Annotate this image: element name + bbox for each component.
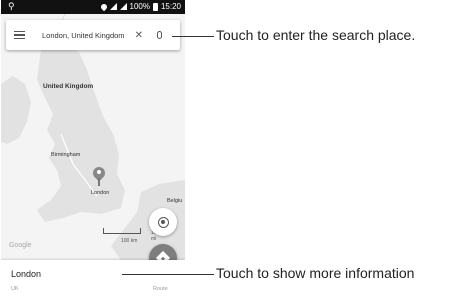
map-label-uk: United Kingdom [43,83,94,90]
map-scale: 100 mi 100 km [103,228,159,244]
clear-icon[interactable]: ✕ [135,30,143,41]
phone-screen: ⚲ 100% 15:20 United Kingdom Birmingham L… [1,0,185,298]
usb-icon: ⚲ [8,1,15,11]
menu-icon[interactable] [14,30,36,40]
mic-icon[interactable] [156,31,162,39]
callout-info: Touch to show more information [216,265,415,281]
battery-percent: 100% [129,2,150,11]
location-icon [99,2,108,11]
callout-line-info [122,274,214,275]
place-info-sheet[interactable]: London UK Route [1,260,185,298]
google-watermark: Google [9,242,32,249]
map-label-belgium: Belgiu [167,198,183,204]
my-location-icon [157,216,169,228]
callout-line-search [172,36,214,37]
signal-icon [109,3,117,10]
battery-icon [152,2,158,11]
place-title: London [11,269,42,279]
callout-search: Touch to enter the search place. [216,27,416,43]
my-location-button[interactable] [149,208,177,236]
route-link[interactable]: Route [153,286,168,292]
map-marker-dot [97,170,101,174]
map-label-london: London [91,190,110,196]
signal-icon-2 [119,3,127,10]
status-time: 15:20 [160,2,181,11]
search-input[interactable]: London, United Kingdom [42,31,125,40]
scale-bar [103,228,141,234]
search-bar[interactable]: London, United Kingdom ✕ [6,20,180,50]
status-bar: ⚲ 100% 15:20 [1,0,185,14]
map-label-birmingham: Birmingham [51,152,81,158]
place-subtitle: UK [11,286,19,292]
scale-km: 100 km [121,238,138,244]
map-marker-stem [98,178,100,186]
